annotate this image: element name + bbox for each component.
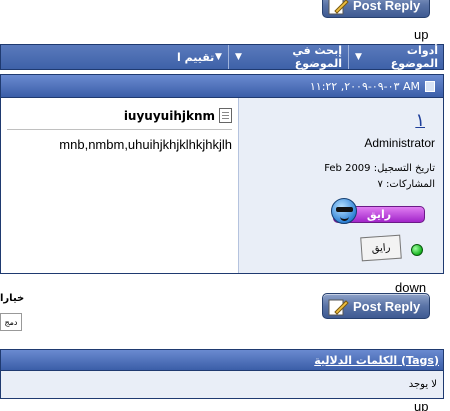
message-panel: iuyuyuihjknm mnb,nmbm,uhuihjkhjklhkjhkjl… [1, 98, 240, 273]
post-body: iuyuyuihjknm mnb,nmbm,uhuihjkhjklhkjhkjl… [0, 98, 444, 274]
post-header: ٠٣-٠٩-٢٠٠٩, ١١:٢٢ AM [0, 74, 444, 98]
tags-header[interactable]: الكلمات الدلالية (Tags) [1, 350, 443, 371]
reputation-icon[interactable]: رايق [360, 234, 402, 262]
user-post-count: المشاركات: ٧ [377, 179, 435, 190]
post-reply-label: Post Reply [353, 0, 421, 13]
options-select[interactable]: دمج [0, 313, 22, 331]
cool-smiley-icon [331, 198, 357, 224]
post-icon [425, 80, 435, 92]
join-value: Feb 2009 [324, 163, 371, 174]
user-join-date: تاريخ التسجيل: Feb 2009 [324, 163, 435, 174]
down-link[interactable]: down [395, 280, 426, 295]
user-role: Administrator [364, 136, 435, 150]
caret-down-icon: ▼ [355, 52, 362, 62]
thread-tools-menu[interactable]: أدوات الموضوع ▼ [348, 44, 444, 70]
document-icon [219, 108, 232, 123]
thread-tools-label: أدوات الموضوع [390, 44, 438, 70]
post-date: ٠٣-٠٩-٢٠٠٩, ١١:٢٢ AM [309, 79, 420, 93]
options-label: خيارا [0, 293, 25, 304]
tags-box: الكلمات الدلالية (Tags) لا يوجد [0, 349, 444, 399]
posts-value: ٧ [377, 179, 383, 190]
up-link-bottom[interactable]: up [414, 399, 428, 411]
tags-value: لا يوجد [1, 371, 443, 398]
post-title: iuyuyuihjknm [123, 108, 215, 123]
post-title-row: iuyuyuihjknm [124, 108, 232, 123]
join-label: تاريخ التسجيل: [373, 163, 435, 174]
search-thread-label: إبحث في الموضوع [292, 44, 342, 70]
caret-down-icon: ▼ [235, 52, 242, 62]
post-reply-button-bottom[interactable]: Post Reply [322, 293, 430, 319]
rate-thread-label: تقييم ا [177, 50, 215, 64]
pencil-icon [328, 299, 349, 316]
username-link[interactable]: ١ [415, 110, 425, 131]
thread-toolbar: أدوات الموضوع ▼ إبحث في الموضوع ▼ تقييم … [0, 44, 444, 70]
online-status-icon [411, 244, 423, 256]
up-link[interactable]: up [414, 27, 428, 42]
caret-down-icon: ▼ [215, 52, 222, 62]
search-thread-menu[interactable]: إبحث في الموضوع ▼ [228, 44, 348, 70]
post-reply-label: Post Reply [353, 298, 421, 314]
post-message: mnb,nmbm,uhuihjkhjklhkjhkjlh [59, 137, 232, 152]
pencil-icon [328, 0, 349, 15]
user-panel: ١ Administrator تاريخ التسجيل: Feb 2009 … [238, 98, 443, 273]
post-reply-button-top[interactable]: Post Reply [322, 0, 430, 18]
title-divider [7, 129, 232, 130]
posts-label: المشاركات: [386, 179, 435, 190]
rate-thread-menu[interactable]: تقييم ا ▼ [1, 45, 228, 69]
